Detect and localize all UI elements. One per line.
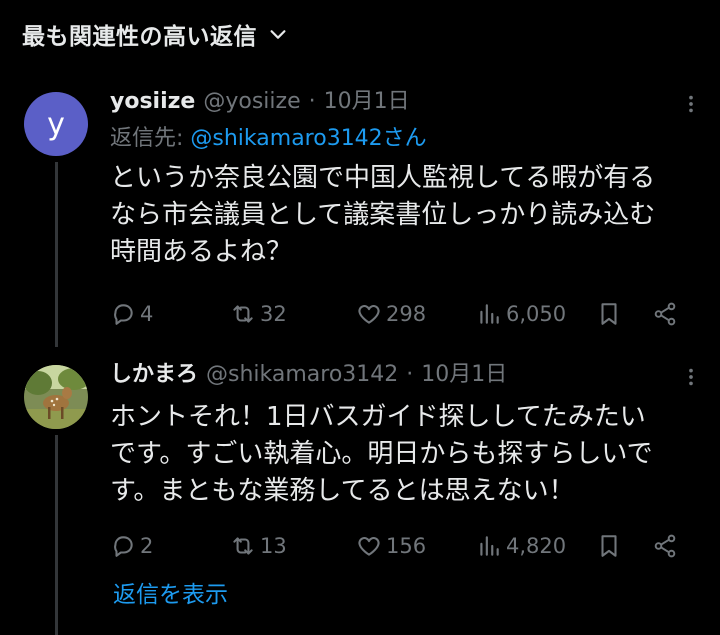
- tweet-text-line: 時間あるよね？: [110, 237, 293, 267]
- avatar-letter: y: [47, 106, 65, 142]
- deer-avatar-image: [24, 365, 88, 429]
- like-count: 156: [386, 534, 427, 558]
- tweet-text-line: ホントそれ！1日バスガイド探ししてたみたい: [110, 402, 646, 432]
- chevron-down-icon: [270, 30, 286, 39]
- retweet-count: 13: [260, 534, 287, 558]
- like-count: 298: [386, 302, 427, 326]
- like-icon: [358, 305, 380, 324]
- tweet-text: ホントそれ！1日バスガイド探ししてたみたい です。すごい執着心。明日からも探すら…: [110, 399, 700, 510]
- avatar[interactable]: y: [24, 92, 88, 156]
- share-icon: [654, 534, 676, 558]
- reply-to-link[interactable]: @shikamaro3142さん: [190, 126, 426, 151]
- views-icon: [480, 304, 499, 324]
- like-button[interactable]: 298: [356, 301, 426, 327]
- tweet-text-line: です。すごい執着心。明日からも探すらしいで: [110, 439, 653, 469]
- reply-icon: [114, 536, 133, 557]
- tweet-text-line: なら市会議員として議案書位しっかり読み込む: [110, 200, 656, 230]
- tweet-text-line: す。まともな業務してるとは思えない！: [110, 476, 575, 506]
- view-count: 4,820: [506, 534, 567, 558]
- retweet-icon: [233, 305, 253, 323]
- share-button[interactable]: [652, 301, 678, 327]
- views-button[interactable]: 4,820: [476, 533, 566, 559]
- reply-count: 2: [140, 534, 154, 558]
- bookmark-button[interactable]: [596, 533, 622, 559]
- views-icon: [480, 536, 499, 556]
- view-count: 6,050: [506, 302, 567, 326]
- share-icon: [654, 302, 676, 326]
- user-handle[interactable]: @shikamaro3142: [206, 355, 398, 395]
- more-icon[interactable]: [680, 92, 702, 116]
- tweet-text: というか奈良公園で中国人監視してる暇が有る なら市会議員として議案書位しっかり読…: [110, 160, 700, 271]
- share-button[interactable]: [652, 533, 678, 559]
- more-icon[interactable]: [680, 365, 702, 389]
- display-name[interactable]: しかまろ: [110, 355, 198, 395]
- reply-tweet[interactable]: しかまろ @shikamaro3142 · 10月1日 ホントそれ！1日バスガイ…: [0, 355, 720, 635]
- reply-icon: [114, 304, 133, 325]
- show-replies-link[interactable]: 返信を表示: [113, 575, 228, 609]
- thread-line: [55, 435, 58, 635]
- action-bar: 2 13 156 4,820: [110, 526, 708, 566]
- avatar[interactable]: [24, 365, 88, 429]
- tweet-date[interactable]: 10月1日: [421, 355, 507, 395]
- user-handle[interactable]: @yosiize: [203, 82, 300, 122]
- reply-prefix: 返信先:: [110, 126, 191, 151]
- bookmark-button[interactable]: [596, 301, 622, 327]
- retweet-icon: [233, 537, 253, 555]
- sort-label: 最も関連性の高い返信: [22, 24, 257, 50]
- bookmark-icon: [601, 535, 617, 557]
- bookmark-icon: [601, 303, 617, 325]
- sort-selector[interactable]: 最も関連性の高い返信: [22, 14, 289, 54]
- tweet-text-line: というか奈良公園で中国人監視してる暇が有る: [110, 163, 656, 193]
- tweet-date[interactable]: 10月1日: [324, 82, 410, 122]
- reply-button[interactable]: 4: [110, 301, 153, 327]
- display-name[interactable]: yosiize: [110, 82, 195, 122]
- retweet-count: 32: [260, 302, 287, 326]
- reply-context: 返信先: @shikamaro3142さん: [110, 122, 700, 156]
- separator-dot: ·: [308, 89, 316, 114]
- retweet-button[interactable]: 13: [230, 533, 287, 559]
- like-button[interactable]: 156: [356, 533, 426, 559]
- like-icon: [358, 537, 380, 556]
- reply-button[interactable]: 2: [110, 533, 153, 559]
- action-bar: 4 32 298 6,050: [110, 294, 708, 334]
- reply-tweet[interactable]: y yosiize @yosiize · 10月1日 返信先: @shikama…: [0, 82, 720, 347]
- separator-dot: ·: [406, 362, 414, 387]
- thread-line: [55, 162, 58, 347]
- reply-count: 4: [140, 302, 154, 326]
- retweet-button[interactable]: 32: [230, 301, 287, 327]
- views-button[interactable]: 6,050: [476, 301, 566, 327]
